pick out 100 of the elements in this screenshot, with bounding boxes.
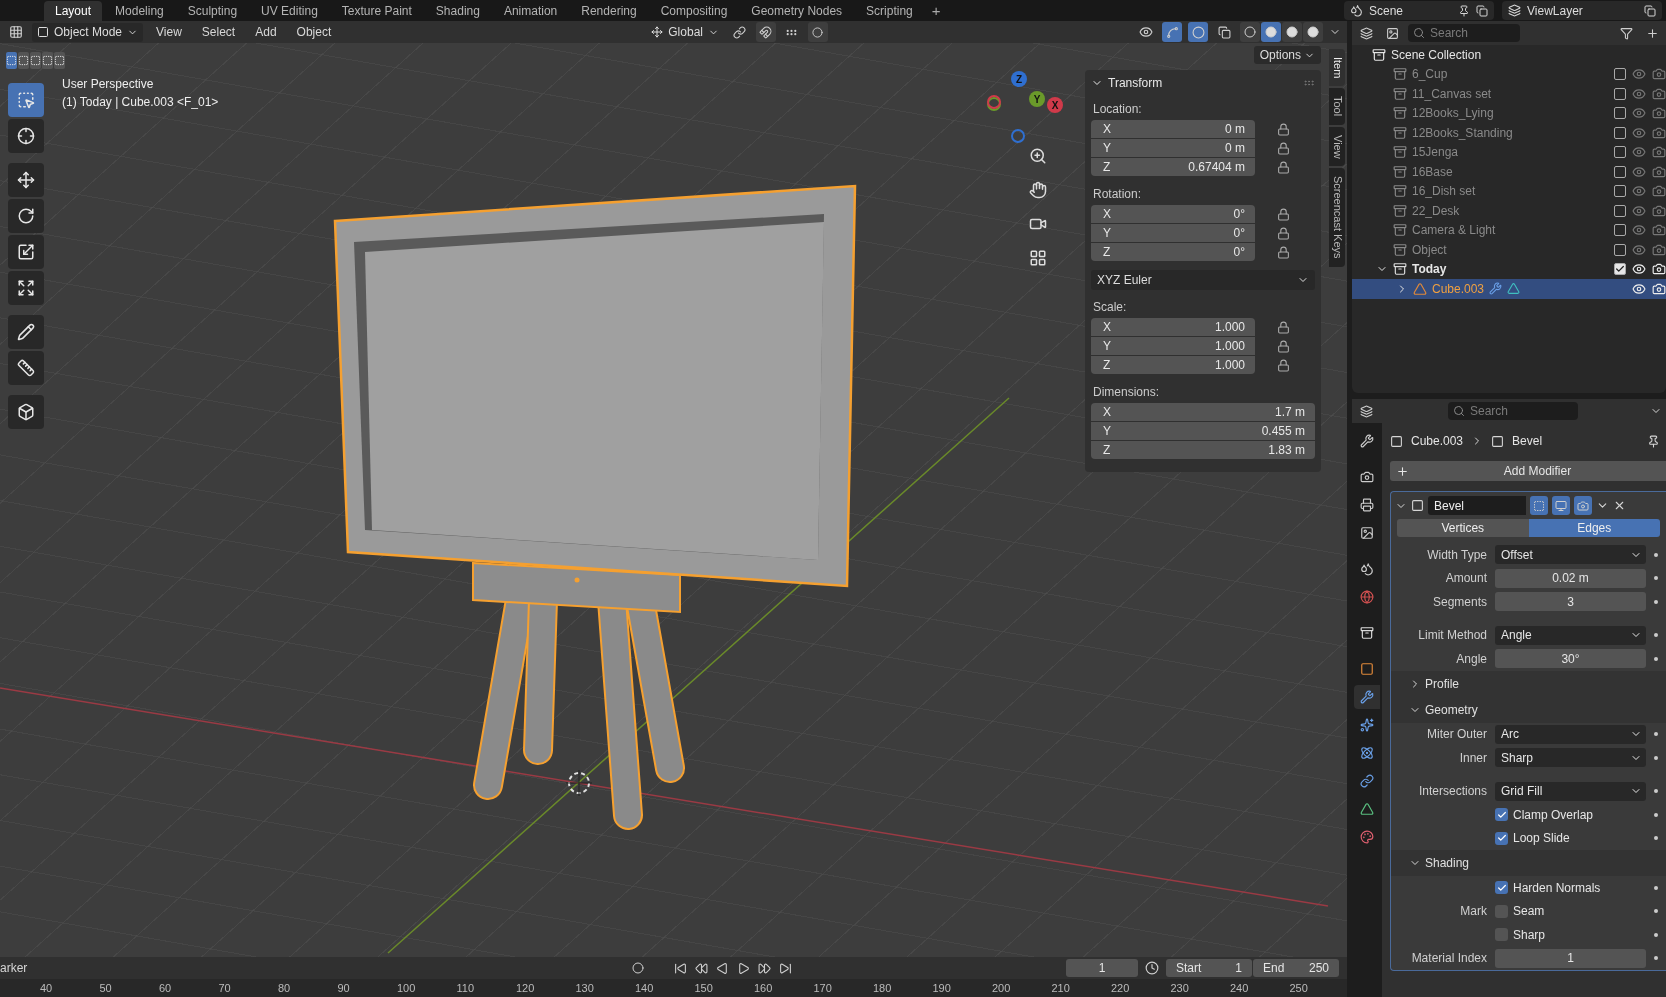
workspace-tab[interactable]: Modeling — [104, 0, 175, 21]
checkbox[interactable] — [1495, 831, 1508, 845]
workspace-tab[interactable]: Compositing — [649, 0, 739, 21]
checkbox[interactable] — [1614, 87, 1626, 100]
edit-mode-icon[interactable] — [1530, 496, 1548, 515]
search-field[interactable]: Search — [1408, 24, 1520, 42]
outliner-row[interactable]: 11_Canvas set — [1352, 84, 1666, 104]
keyframe-dot-icon[interactable] — [1654, 732, 1658, 737]
checkbox[interactable] — [1614, 165, 1626, 178]
breadcrumb-item[interactable]: Cube.003 — [1411, 434, 1464, 448]
checkbox[interactable] — [1614, 224, 1626, 237]
number-field[interactable]: Z 0° — [1091, 243, 1255, 261]
keyframe-dot-icon[interactable] — [1654, 599, 1658, 604]
camera-icon[interactable] — [1652, 281, 1666, 296]
number-field[interactable]: Y 0.455 m — [1091, 422, 1315, 440]
workspace-tab[interactable]: Animation — [492, 0, 569, 21]
workspace-tab[interactable]: Shading — [424, 0, 491, 21]
keyframe-dot-icon[interactable] — [1654, 812, 1658, 817]
select-mode-icon[interactable] — [6, 52, 17, 69]
view-layer-selector[interactable]: ViewLayer — [1502, 1, 1662, 20]
mode-dropdown[interactable]: Object Mode — [32, 22, 144, 42]
monitor-icon[interactable] — [1552, 496, 1570, 515]
options-dropdown[interactable]: Options — [1253, 46, 1321, 64]
number-field[interactable]: Z 0.67404 m — [1091, 158, 1255, 176]
sidebar-tab[interactable]: Screencast Keys — [1329, 168, 1345, 267]
wrench-icon[interactable] — [1354, 685, 1380, 709]
camera-icon[interactable] — [1652, 262, 1666, 277]
outliner-row[interactable]: 16_Dish set — [1352, 181, 1666, 201]
segment-button[interactable]: Vertices — [1397, 519, 1529, 537]
keyframe-dot-icon[interactable] — [1654, 576, 1658, 581]
outliner-row[interactable]: 6_Cup — [1352, 64, 1666, 84]
modifier-name-field[interactable]: Bevel — [1428, 496, 1526, 515]
end-frame-field[interactable]: End 250 — [1253, 959, 1339, 977]
dropdown[interactable]: Grid Fill — [1495, 781, 1646, 801]
current-frame-field[interactable]: 1 — [1066, 959, 1138, 977]
dropdown[interactable]: Sharp — [1495, 748, 1646, 768]
outliner-row[interactable]: 12Books_Standing — [1352, 123, 1666, 143]
breadcrumb-item[interactable]: Bevel — [1512, 434, 1543, 448]
shading-mode-icon[interactable] — [1240, 22, 1260, 42]
section-header[interactable]: Geometry — [1425, 702, 1478, 717]
number-field[interactable]: 0.02 m — [1495, 568, 1646, 588]
add-modifier-button[interactable]: Add Modifier — [1390, 461, 1666, 481]
eye-icon[interactable] — [1632, 262, 1646, 277]
keyframe-dot-icon[interactable] — [1654, 909, 1658, 914]
number-field[interactable]: 3 — [1495, 592, 1646, 612]
outliner-row[interactable]: Scene Collection — [1352, 45, 1666, 65]
overlay-icon[interactable] — [1188, 22, 1208, 42]
outliner-row[interactable]: Object — [1352, 240, 1666, 260]
start-frame-field[interactable]: Start 1 — [1166, 959, 1252, 977]
select-box-icon[interactable] — [8, 83, 44, 117]
workspace-tab[interactable]: Layout — [44, 0, 103, 21]
pin-icon[interactable] — [1458, 4, 1470, 17]
checkbox[interactable] — [1614, 68, 1626, 81]
transform-icon[interactable] — [8, 271, 44, 305]
sidebar-tab[interactable]: View — [1329, 126, 1345, 167]
number-field[interactable]: Z 1.83 m — [1091, 441, 1315, 459]
number-field[interactable]: Y 0° — [1091, 224, 1255, 242]
shading-mode-icon[interactable] — [1282, 22, 1302, 42]
checkbox[interactable] — [1614, 204, 1626, 217]
select-mode-icon[interactable] — [30, 52, 41, 69]
crosshair-icon[interactable] — [8, 119, 44, 153]
workspace-tab[interactable]: Scripting — [855, 0, 924, 21]
add-workspace-button[interactable]: + — [925, 2, 947, 19]
workspace-tab[interactable]: Rendering — [570, 0, 648, 21]
shading-mode-icon[interactable] — [1261, 22, 1281, 42]
orientation-dropdown[interactable]: Global — [646, 22, 724, 42]
rotation-mode-dropdown[interactable]: XYZ Euler — [1091, 270, 1315, 290]
axis-label[interactable]: Y — [1029, 91, 1045, 107]
axis-label[interactable]: Z — [1011, 71, 1027, 87]
number-field[interactable]: X 0 m — [1091, 120, 1255, 138]
checkbox[interactable] — [1495, 808, 1508, 822]
checkbox[interactable] — [1495, 881, 1508, 895]
pin-icon[interactable] — [1647, 434, 1660, 448]
number-field[interactable]: X 1.7 m — [1091, 403, 1315, 421]
pencil-icon[interactable] — [8, 315, 44, 349]
add-cube-icon[interactable] — [8, 395, 44, 429]
shading-mode-icon[interactable] — [1303, 22, 1323, 42]
ruler-icon[interactable] — [8, 351, 44, 385]
number-field[interactable]: 30° — [1495, 649, 1646, 669]
number-field[interactable]: X 1.000 — [1091, 318, 1255, 336]
sidebar-tab[interactable]: Item — [1329, 49, 1345, 87]
outliner-row[interactable]: 12Books_Lying — [1352, 103, 1666, 123]
dropdown[interactable]: Offset — [1495, 545, 1646, 565]
section-header[interactable]: Profile — [1425, 676, 1459, 691]
rotate-icon[interactable] — [8, 199, 44, 233]
keyframe-dot-icon[interactable] — [1654, 885, 1658, 890]
number-field[interactable]: X 0° — [1091, 205, 1255, 223]
outliner-row[interactable]: 15Jenga — [1352, 142, 1666, 162]
checkbox[interactable] — [1495, 928, 1508, 942]
select-mode-icon[interactable] — [18, 52, 29, 69]
workspace-tab[interactable]: Sculpting — [176, 0, 249, 21]
menu-item[interactable]: Object — [289, 25, 339, 39]
menu-item[interactable]: Add — [248, 25, 284, 39]
dropdown[interactable]: Arc — [1495, 724, 1646, 744]
workspace-tab[interactable]: Texture Paint — [330, 0, 423, 21]
number-field[interactable]: 1 — [1495, 948, 1646, 968]
checkbox[interactable] — [1614, 126, 1626, 139]
workspace-tab[interactable]: Geometry Nodes — [740, 0, 854, 21]
sidebar-tab[interactable]: Tool — [1329, 88, 1345, 125]
drag-handle-icon[interactable] — [1303, 77, 1315, 89]
